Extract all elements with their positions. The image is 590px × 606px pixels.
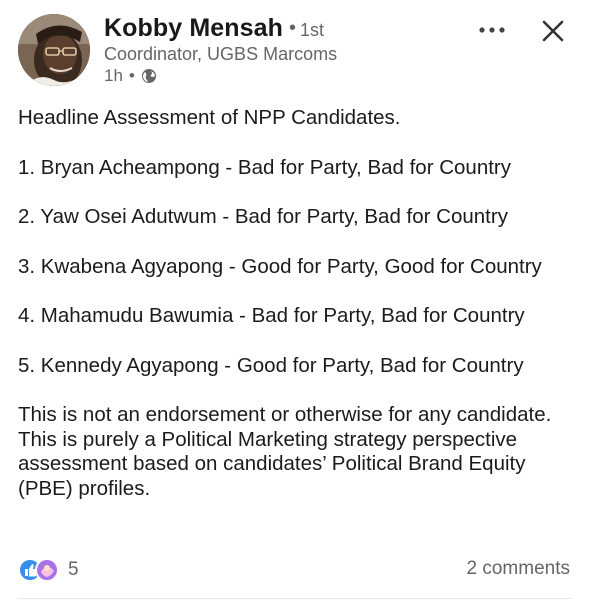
more-horizontal-icon [479, 27, 505, 33]
post-disclaimer: This is not an endorsement or otherwise … [18, 403, 552, 500]
connection-degree: 1st [300, 20, 325, 40]
more-options-button[interactable] [472, 18, 512, 42]
reactions-summary[interactable]: 5 [18, 556, 79, 584]
globe-icon [141, 68, 157, 84]
reaction-icons [18, 556, 62, 584]
comments-count-link[interactable]: 2 comments [467, 558, 570, 580]
post-time: 1h [104, 66, 123, 85]
author-name-line[interactable]: Kobby Mensah • 1st [104, 14, 324, 43]
reaction-count: 5 [68, 559, 79, 580]
post-body: Headline Assessment of NPP Candidates. 1… [18, 106, 568, 501]
avatar[interactable] [18, 14, 90, 86]
list-item: 3. Kwabena Agyapong - Good for Party, Go… [18, 254, 542, 278]
divider [18, 598, 572, 599]
support-icon [35, 558, 59, 582]
post-title: Headline Assessment of NPP Candidates. [18, 106, 401, 129]
list-item: 1. Bryan Acheampong - Bad for Party, Bad… [18, 155, 512, 179]
close-icon [542, 20, 564, 42]
close-button[interactable] [536, 14, 570, 48]
list-item: 5. Kennedy Agyapong - Good for Party, Ba… [18, 353, 524, 377]
author-headline: Coordinator, UGBS Marcoms [104, 44, 338, 64]
list-item: 2. Yaw Osei Adutwum - Bad for Party, Bad… [18, 205, 508, 228]
separator-dot: • [128, 66, 135, 85]
list-item: 4. Mahamudu Bawumia - Bad for Party, Bad… [18, 304, 525, 327]
feed-post: Kobby Mensah • 1st Coordinator, UGBS Marco… [0, 0, 590, 606]
separator-dot: • [289, 17, 297, 39]
avatar-photo [18, 14, 90, 86]
post-meta: 1h • [104, 66, 157, 86]
author-name[interactable]: Kobby Mensah [104, 14, 283, 42]
